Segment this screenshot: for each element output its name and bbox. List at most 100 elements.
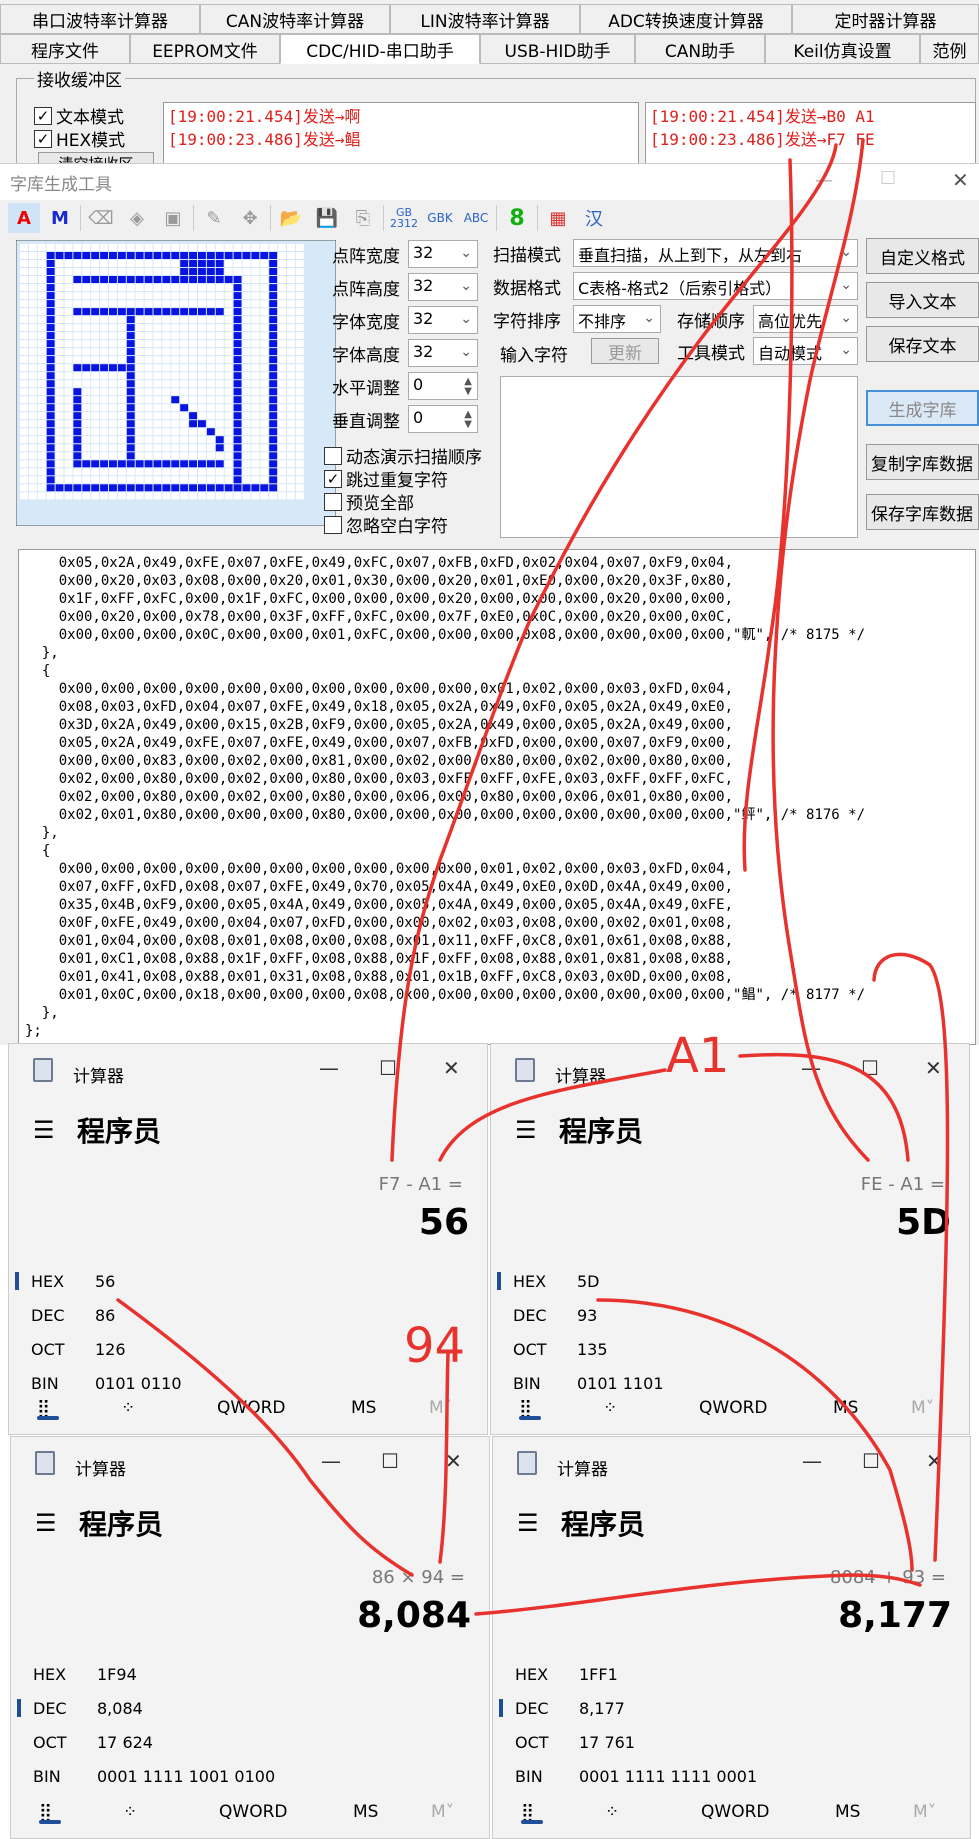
hamburger-menu-icon[interactable]: ☰ [35, 1509, 57, 1537]
tab-keil-sim[interactable]: Keil仿真设置 [765, 34, 920, 64]
pixel-cell[interactable] [295, 324, 304, 332]
pixel-cell[interactable] [180, 396, 189, 404]
pixel-cell[interactable] [269, 308, 278, 316]
pixel-cell[interactable] [46, 420, 55, 428]
pixel-cell[interactable] [162, 388, 171, 396]
pixel-cell[interactable] [269, 284, 278, 292]
pixel-cell[interactable] [144, 300, 153, 308]
pixel-cell[interactable] [180, 412, 189, 420]
close-icon[interactable]: ✕ [443, 1056, 460, 1080]
pixel-cell[interactable] [100, 292, 108, 300]
pixel-cell[interactable] [100, 260, 108, 267]
pixel-cell[interactable] [162, 436, 171, 444]
pixel-cell[interactable] [233, 372, 242, 380]
pixel-cell[interactable] [295, 396, 304, 404]
pixel-cell[interactable] [37, 436, 46, 444]
pixel-cell[interactable] [295, 412, 304, 420]
pixel-cell[interactable] [135, 484, 144, 492]
spinner-arrows-icon[interactable]: ▲ ▼ [464, 377, 472, 397]
pixel-cell[interactable] [260, 372, 269, 380]
pixel-cell[interactable] [260, 404, 269, 412]
ms-button[interactable]: MS [835, 1802, 860, 1822]
radix-row-bin[interactable]: BIN 0001 1111 1111 0001 [493, 1761, 970, 1793]
pixel-cell[interactable] [180, 436, 189, 444]
pixel-cell[interactable] [91, 428, 100, 436]
pixel-cell[interactable] [100, 340, 108, 348]
pixel-cell[interactable] [242, 356, 251, 364]
hamburger-menu-icon[interactable]: ☰ [517, 1509, 539, 1537]
pixel-cell[interactable] [189, 476, 197, 484]
pencil-icon[interactable]: ✎ [198, 203, 230, 233]
pixel-cell[interactable] [162, 308, 171, 316]
pixel-cell[interactable] [100, 252, 108, 259]
radix-row-hex[interactable]: HEX 1FF1 [493, 1659, 970, 1691]
pixel-cell[interactable] [242, 332, 251, 340]
pixel-cell[interactable] [198, 364, 206, 372]
pixel-cell[interactable] [224, 404, 233, 412]
pixel-cell[interactable] [153, 244, 162, 251]
pixel-cell[interactable] [46, 324, 55, 332]
pixel-cell[interactable] [278, 340, 286, 348]
pixel-cell[interactable] [295, 476, 304, 484]
pixel-cell[interactable] [73, 308, 82, 316]
pixel-cell[interactable] [55, 436, 64, 444]
pixel-cell[interactable] [153, 388, 162, 396]
pixel-cell[interactable] [215, 300, 224, 308]
pixel-cell[interactable] [242, 492, 251, 500]
memory-dropdown-button[interactable]: M˅ [429, 1398, 452, 1418]
pixel-cell[interactable] [287, 444, 295, 452]
pixel-cell[interactable] [144, 412, 153, 420]
radix-row-oct[interactable]: OCT 135 [491, 1334, 969, 1366]
pixel-cell[interactable] [28, 356, 37, 364]
pixel-cell[interactable] [46, 444, 55, 452]
pixel-cell[interactable] [162, 300, 171, 308]
pixel-cell[interactable] [171, 276, 180, 283]
pixel-cell[interactable] [189, 260, 197, 267]
pixel-cell[interactable] [189, 380, 197, 388]
pixel-cell[interactable] [73, 316, 82, 324]
pixel-cell[interactable] [278, 476, 286, 484]
pixel-cell[interactable] [82, 300, 91, 308]
pixel-cell[interactable] [224, 324, 233, 332]
pixel-cell[interactable] [20, 420, 28, 428]
pixel-cell[interactable] [109, 444, 117, 452]
pixel-cell[interactable] [135, 292, 144, 300]
pixel-cell[interactable] [269, 324, 278, 332]
pixel-cell[interactable] [153, 444, 162, 452]
pixel-cell[interactable] [251, 268, 260, 275]
font-height-select[interactable]: 32 ⌄ [408, 339, 478, 367]
pixel-cell[interactable] [233, 356, 242, 364]
pixel-cell[interactable] [126, 428, 135, 436]
pixel-cell[interactable] [233, 468, 242, 476]
pixel-cell[interactable] [55, 268, 64, 275]
pixel-cell[interactable] [20, 452, 28, 460]
pixel-cell[interactable] [117, 460, 126, 468]
pixel-cell[interactable] [287, 268, 295, 275]
pixel-cell[interactable] [189, 356, 197, 364]
pixel-cell[interactable] [233, 412, 242, 420]
pixel-cell[interactable] [82, 396, 91, 404]
pixel-cell[interactable] [180, 468, 189, 476]
pixel-cell[interactable] [144, 380, 153, 388]
pixel-cell[interactable] [295, 316, 304, 324]
pixel-cell[interactable] [242, 316, 251, 324]
pixel-cell[interactable] [109, 340, 117, 348]
pixel-cell[interactable] [37, 468, 46, 476]
ms-button[interactable]: MS [833, 1398, 858, 1418]
pixel-cell[interactable] [180, 260, 189, 267]
pixel-cell[interactable] [55, 404, 64, 412]
pixel-cell[interactable] [251, 476, 260, 484]
pixel-cell[interactable] [28, 244, 37, 251]
pixel-cell[interactable] [287, 404, 295, 412]
pixel-cell[interactable] [109, 404, 117, 412]
pixel-cell[interactable] [162, 356, 171, 364]
pixel-cell[interactable] [126, 364, 135, 372]
pixel-cell[interactable] [117, 396, 126, 404]
ms-button[interactable]: MS [353, 1802, 378, 1822]
pixel-cell[interactable] [295, 484, 304, 492]
pixel-cell[interactable] [287, 380, 295, 388]
pixel-cell[interactable] [198, 316, 206, 324]
pixel-cell[interactable] [20, 292, 28, 300]
pixel-cell[interactable] [46, 492, 55, 500]
pixel-cell[interactable] [180, 252, 189, 259]
